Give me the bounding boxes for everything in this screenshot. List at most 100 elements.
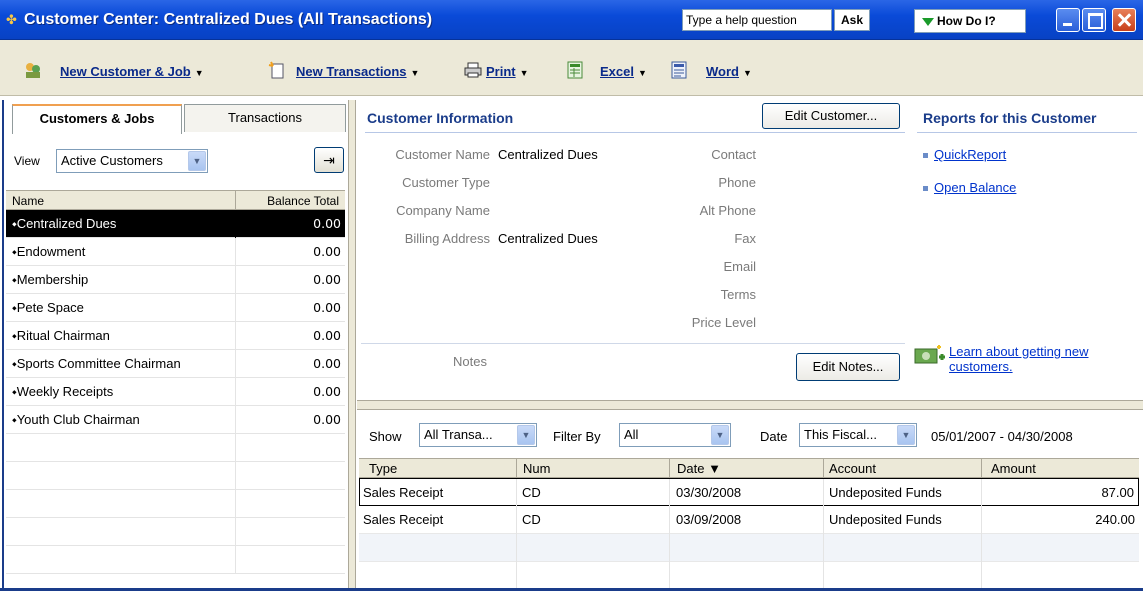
notes-label: Notes bbox=[453, 354, 487, 369]
empty-row bbox=[6, 546, 345, 574]
caret-down-icon: ▼ bbox=[637, 68, 647, 78]
caret-down-icon: ▼ bbox=[410, 68, 420, 78]
column-balance-total[interactable]: Balance Total bbox=[267, 194, 339, 208]
date-select[interactable]: This Fiscal... ▼ bbox=[799, 423, 917, 447]
alt-phone-label: Alt Phone bbox=[699, 203, 756, 218]
list-item[interactable]: ⬩Endowment 0.00 bbox=[6, 238, 345, 266]
caret-down-icon: ▼ bbox=[194, 68, 204, 78]
close-button[interactable] bbox=[1112, 8, 1136, 32]
filter-by-select[interactable]: All ▼ bbox=[619, 423, 731, 447]
open-balance-link[interactable]: Open Balance bbox=[923, 180, 1016, 195]
empty-row bbox=[6, 434, 345, 462]
price-level-label: Price Level bbox=[691, 315, 756, 330]
show-label: Show bbox=[369, 429, 402, 444]
new-transactions-menu[interactable]: New Transactions ▼ bbox=[296, 64, 419, 79]
column-amount[interactable]: Amount bbox=[991, 461, 1036, 476]
billing-address-value: Centralized Dues bbox=[498, 231, 598, 246]
empty-row bbox=[359, 534, 1139, 562]
word-icon bbox=[671, 61, 687, 79]
empty-row bbox=[6, 518, 345, 546]
toolbar: New Customer & Job ▼ New Transactions ▼ Pr… bbox=[0, 40, 1143, 96]
list-item[interactable]: ⬩Ritual Chairman 0.00 bbox=[6, 322, 345, 350]
help-search-input[interactable]: Type a help question bbox=[682, 9, 832, 31]
table-row[interactable]: Sales Receipt CD 03/09/2008 Undeposited … bbox=[359, 506, 1139, 534]
quickreport-link[interactable]: QuickReport bbox=[923, 147, 1006, 162]
list-item[interactable]: ⬩Centralized Dues 0.00 bbox=[6, 210, 345, 238]
list-item[interactable]: ⬩Membership 0.00 bbox=[6, 266, 345, 294]
list-item[interactable]: ⬩Youth Club Chairman 0.00 bbox=[6, 406, 345, 434]
empty-row bbox=[6, 462, 345, 490]
contact-label: Contact bbox=[711, 147, 756, 162]
excel-icon bbox=[567, 61, 583, 79]
edit-customer-button[interactable]: Edit Customer... bbox=[762, 103, 900, 129]
show-select[interactable]: All Transa... ▼ bbox=[419, 423, 537, 447]
customer-type-label: Customer Type bbox=[402, 175, 490, 190]
view-label: View bbox=[14, 154, 40, 168]
how-do-i-label: How Do I? bbox=[937, 14, 996, 28]
bullet-icon bbox=[923, 186, 928, 192]
new-customer-icon bbox=[26, 63, 40, 78]
customer-center-icon: ✤ bbox=[6, 12, 17, 27]
customer-list: ⬩Centralized Dues 0.00 ⬩Endowment 0.00 ⬩… bbox=[6, 210, 345, 574]
empty-row bbox=[359, 562, 1139, 590]
excel-menu[interactable]: Excel ▼ bbox=[600, 64, 647, 79]
window-title: Customer Center: Centralized Dues (All T… bbox=[24, 11, 433, 28]
company-name-label: Company Name bbox=[396, 203, 490, 218]
column-name[interactable]: Name bbox=[12, 194, 44, 208]
customer-info-title: Customer Information bbox=[367, 110, 514, 126]
vertical-splitter[interactable] bbox=[348, 100, 356, 591]
column-num[interactable]: Num bbox=[523, 461, 550, 476]
tab-customers-jobs[interactable]: Customers & Jobs bbox=[12, 104, 182, 134]
tab-transactions[interactable]: Transactions bbox=[184, 104, 346, 132]
customer-info-panel: Customer Information Edit Customer... Re… bbox=[357, 100, 1143, 400]
table-row[interactable]: Sales Receipt CD 03/30/2008 Undeposited … bbox=[359, 478, 1139, 507]
column-account[interactable]: Account bbox=[829, 461, 876, 476]
filter-by-label: Filter By bbox=[553, 429, 601, 444]
minimize-button[interactable] bbox=[1056, 8, 1080, 32]
list-item[interactable]: ⬩Weekly Receipts 0.00 bbox=[6, 378, 345, 406]
transactions-panel: Show All Transa... ▼ Filter By All ▼ Dat… bbox=[357, 410, 1143, 591]
customers-panel: Customers & Jobs Transactions View Activ… bbox=[2, 100, 347, 591]
customer-list-header: Name Balance Total bbox=[6, 190, 345, 211]
learn-new-customers-link[interactable]: Learn about getting new customers. bbox=[949, 344, 1129, 374]
list-item[interactable]: ⬩Pete Space 0.00 bbox=[6, 294, 345, 322]
filter-row: Show All Transa... ▼ Filter By All ▼ Dat… bbox=[357, 418, 1143, 448]
chevron-down-icon: ▼ bbox=[711, 425, 729, 445]
new-customer-job-menu[interactable]: New Customer & Job ▼ bbox=[60, 64, 204, 79]
ask-button[interactable]: Ask bbox=[834, 9, 870, 31]
view-select[interactable]: Active Customers ▼ bbox=[56, 149, 208, 173]
list-item[interactable]: ⬩Sports Committee Chairman 0.00 bbox=[6, 350, 345, 378]
billing-address-label: Billing Address bbox=[404, 231, 490, 246]
triangle-down-icon bbox=[922, 18, 934, 26]
reports-title: Reports for this Customer bbox=[923, 110, 1097, 126]
word-menu[interactable]: Word ▼ bbox=[706, 64, 752, 79]
expand-panel-button[interactable]: ⇥ bbox=[314, 147, 344, 173]
chevron-down-icon: ▼ bbox=[188, 151, 206, 171]
transactions-header: Type Num Date ▼ Account Amount bbox=[359, 458, 1139, 479]
chevron-down-icon: ▼ bbox=[897, 425, 915, 445]
transactions-table: Sales Receipt CD 03/30/2008 Undeposited … bbox=[359, 478, 1139, 590]
column-date[interactable]: Date ▼ bbox=[677, 461, 721, 476]
bullet-icon bbox=[923, 153, 928, 159]
how-do-i-button[interactable]: How Do I? bbox=[914, 9, 1026, 33]
money-icon bbox=[914, 345, 945, 364]
horizontal-splitter[interactable] bbox=[357, 400, 1143, 410]
email-label: Email bbox=[723, 259, 756, 274]
edit-notes-button[interactable]: Edit Notes... bbox=[796, 353, 900, 381]
caret-down-icon: ▼ bbox=[519, 68, 529, 78]
terms-label: Terms bbox=[720, 287, 756, 302]
empty-row bbox=[6, 490, 345, 518]
phone-label: Phone bbox=[718, 175, 756, 190]
date-range: 05/01/2007 - 04/30/2008 bbox=[931, 429, 1073, 444]
chevron-down-icon: ▼ bbox=[517, 425, 535, 445]
print-menu[interactable]: Print ▼ bbox=[486, 64, 529, 79]
date-label: Date bbox=[760, 429, 788, 444]
printer-icon bbox=[464, 62, 482, 78]
new-transactions-icon bbox=[268, 61, 284, 79]
column-type[interactable]: Type bbox=[369, 461, 397, 476]
maximize-button[interactable] bbox=[1082, 8, 1106, 32]
arrow-right-bar-icon: ⇥ bbox=[323, 152, 335, 168]
caret-down-icon: ▼ bbox=[742, 68, 752, 78]
customer-name-value: Centralized Dues bbox=[498, 147, 598, 162]
title-bar: ✤ Customer Center: Centralized Dues (All… bbox=[0, 0, 1143, 40]
